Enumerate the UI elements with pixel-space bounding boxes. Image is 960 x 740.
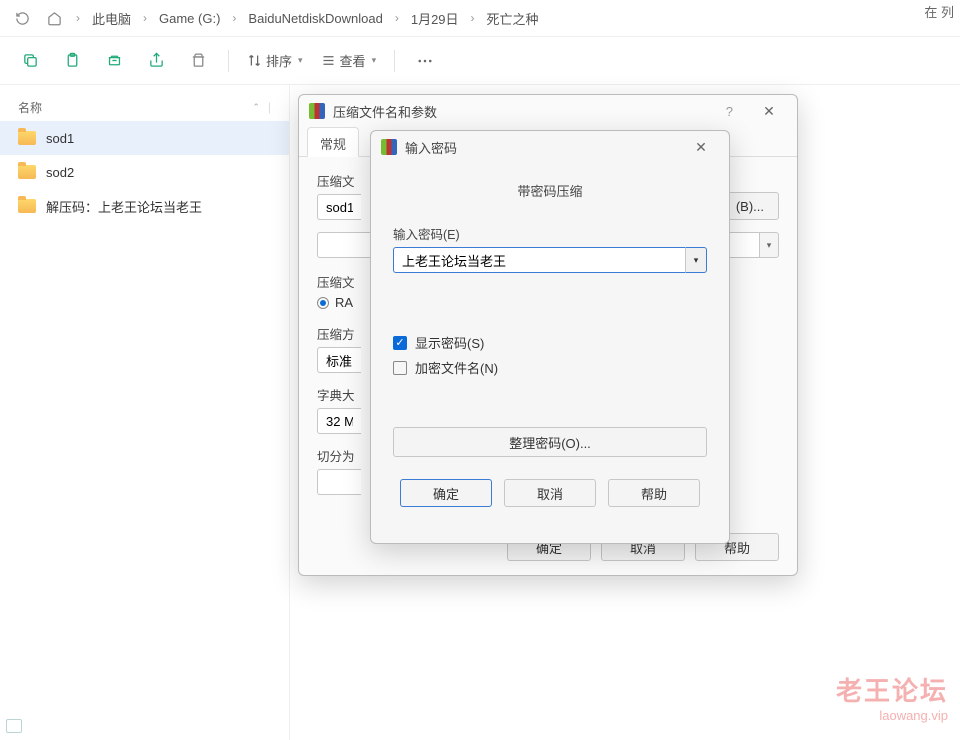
checkbox-label: 显示密码(S) xyxy=(415,333,484,352)
chevron-down-icon: ▾ xyxy=(298,55,303,66)
breadcrumb-item[interactable]: BaiduNetdiskDownload xyxy=(244,9,386,28)
method-combo[interactable] xyxy=(317,347,361,373)
password-input[interactable] xyxy=(393,247,685,273)
ok-button[interactable]: 确定 xyxy=(400,479,492,507)
password-dialog: 输入密码 ✕ 带密码压缩 输入密码(E) ▾ ✓ 显示密码(S) 加密文件名(N… xyxy=(370,130,730,544)
checkbox-label: 加密文件名(N) xyxy=(415,358,498,377)
column-header-label: 名称 xyxy=(18,99,42,116)
breadcrumb: › 此电脑 › Game (G:) › BaiduNetdiskDownload… xyxy=(0,0,960,36)
search-placeholder-fragment: 在 列 xyxy=(924,2,954,21)
close-icon[interactable]: ✕ xyxy=(683,133,719,161)
divider xyxy=(228,50,229,72)
toolbar: 排序 ▾ 查看 ▾ xyxy=(0,37,960,85)
file-list-panel: 名称 ⌃ | sod1 sod2 解压码：上老王论坛当老王 xyxy=(0,85,290,740)
archive-name-input[interactable] xyxy=(317,194,361,220)
column-header-name[interactable]: 名称 ⌃ | xyxy=(0,93,289,121)
watermark: 老王论坛 laowang.vip xyxy=(836,671,948,723)
view-label: 查看 xyxy=(340,51,366,70)
delete-button[interactable] xyxy=(180,45,216,77)
winrar-icon xyxy=(381,139,397,155)
chevron-right-icon: › xyxy=(467,11,479,25)
chevron-down-icon[interactable]: ▾ xyxy=(759,232,779,258)
folder-icon xyxy=(18,199,36,213)
chevron-right-icon: › xyxy=(391,11,403,25)
copy-button[interactable] xyxy=(12,45,48,77)
dialog-subtitle: 带密码压缩 xyxy=(393,181,707,200)
sort-indicator-icon: ⌃ xyxy=(252,102,260,113)
winrar-icon xyxy=(309,103,325,119)
encrypt-names-checkbox[interactable]: 加密文件名(N) xyxy=(393,358,707,377)
dict-combo[interactable] xyxy=(317,408,361,434)
list-item[interactable]: 解压码：上老王论坛当老王 xyxy=(0,189,289,223)
file-name: sod1 xyxy=(46,131,74,146)
dialog-body: 带密码压缩 输入密码(E) ▾ ✓ 显示密码(S) 加密文件名(N) 整理密码(… xyxy=(371,163,729,525)
more-button[interactable] xyxy=(407,45,443,77)
divider xyxy=(394,50,395,72)
close-icon[interactable]: ✕ xyxy=(751,97,787,125)
watermark-text: 老王论坛 xyxy=(836,671,948,708)
dialog-buttons: 确定 取消 帮助 xyxy=(393,479,707,507)
rename-button[interactable] xyxy=(96,45,132,77)
radio-label: RA xyxy=(335,295,353,310)
list-item[interactable]: sod1 xyxy=(0,121,289,155)
chevron-right-icon: › xyxy=(139,11,151,25)
show-password-checkbox[interactable]: ✓ 显示密码(S) xyxy=(393,333,707,352)
breadcrumb-item[interactable]: 此电脑 xyxy=(88,7,135,30)
dialog-titlebar[interactable]: 压缩文件名和参数 ? ✕ xyxy=(299,95,797,127)
password-label: 输入密码(E) xyxy=(393,224,707,243)
dialog-titlebar[interactable]: 输入密码 ✕ xyxy=(371,131,729,163)
chevron-down-icon: ▾ xyxy=(372,55,377,66)
folder-icon xyxy=(18,131,36,145)
file-name: sod2 xyxy=(46,165,74,180)
list-item[interactable]: sod2 xyxy=(0,155,289,189)
breadcrumb-item[interactable]: 1月29日 xyxy=(407,7,463,30)
sort-label: 排序 xyxy=(266,51,292,70)
chevron-down-icon[interactable]: ▾ xyxy=(685,247,707,273)
sort-button[interactable]: 排序 ▾ xyxy=(241,45,309,77)
help-button[interactable]: 帮助 xyxy=(608,479,700,507)
file-name: 解压码：上老王论坛当老王 xyxy=(46,197,202,216)
paste-button[interactable] xyxy=(54,45,90,77)
help-icon[interactable]: ? xyxy=(716,104,743,119)
split-combo[interactable] xyxy=(317,469,361,495)
dialog-title: 压缩文件名和参数 xyxy=(333,102,708,121)
dialog-title: 输入密码 xyxy=(405,138,675,157)
nav-refresh-button[interactable] xyxy=(8,4,36,32)
view-button[interactable]: 查看 ▾ xyxy=(315,45,383,77)
breadcrumb-item[interactable]: 死亡之种 xyxy=(483,7,543,30)
chevron-right-icon: › xyxy=(72,11,84,25)
watermark-url: laowang.vip xyxy=(836,708,948,723)
organize-passwords-button[interactable]: 整理密码(O)... xyxy=(393,427,707,457)
nav-home-button[interactable] xyxy=(40,4,68,32)
chevron-right-icon: › xyxy=(228,11,240,25)
folder-icon xyxy=(18,165,36,179)
share-button[interactable] xyxy=(138,45,174,77)
breadcrumb-item[interactable]: Game (G:) xyxy=(155,9,224,28)
status-icon xyxy=(6,719,22,733)
tab-general[interactable]: 常规 xyxy=(307,127,359,157)
column-divider: | xyxy=(268,100,271,114)
cancel-button[interactable]: 取消 xyxy=(504,479,596,507)
